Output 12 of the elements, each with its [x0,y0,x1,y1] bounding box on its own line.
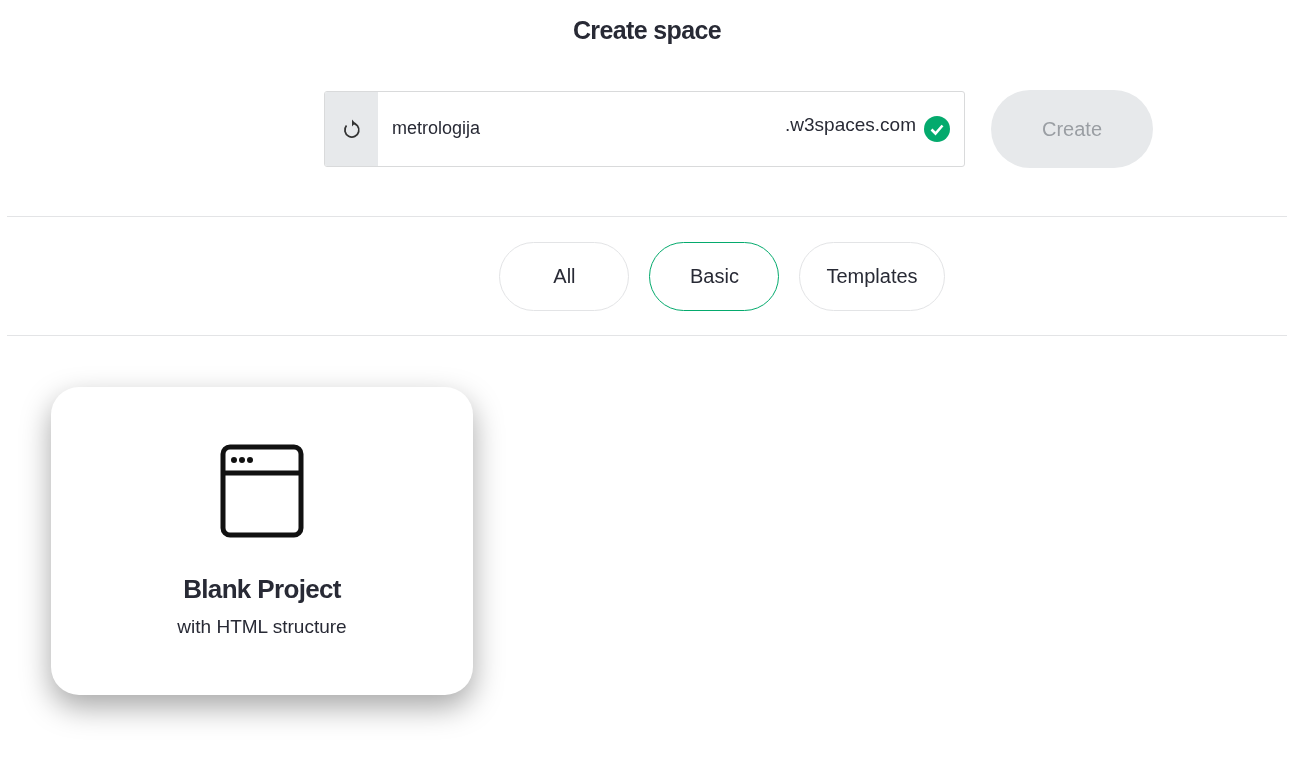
project-card[interactable]: Blank Project with HTML structure [51,386,473,695]
domain-suffix: .w3spaces.com [785,113,916,138]
card-title: Blank Project [183,572,341,606]
card-subtitle: with HTML structure [177,614,347,639]
filter-tab[interactable]: Basic [649,241,780,311]
refresh-button[interactable] [325,91,378,166]
space-name-field[interactable]: metrologija [392,115,778,142]
refresh-icon [342,118,361,139]
filter-tab[interactable]: All [499,241,630,311]
browser-window-icon [220,443,304,538]
filter-tab[interactable]: Templates [799,241,945,311]
page-title: Create space [572,15,722,46]
